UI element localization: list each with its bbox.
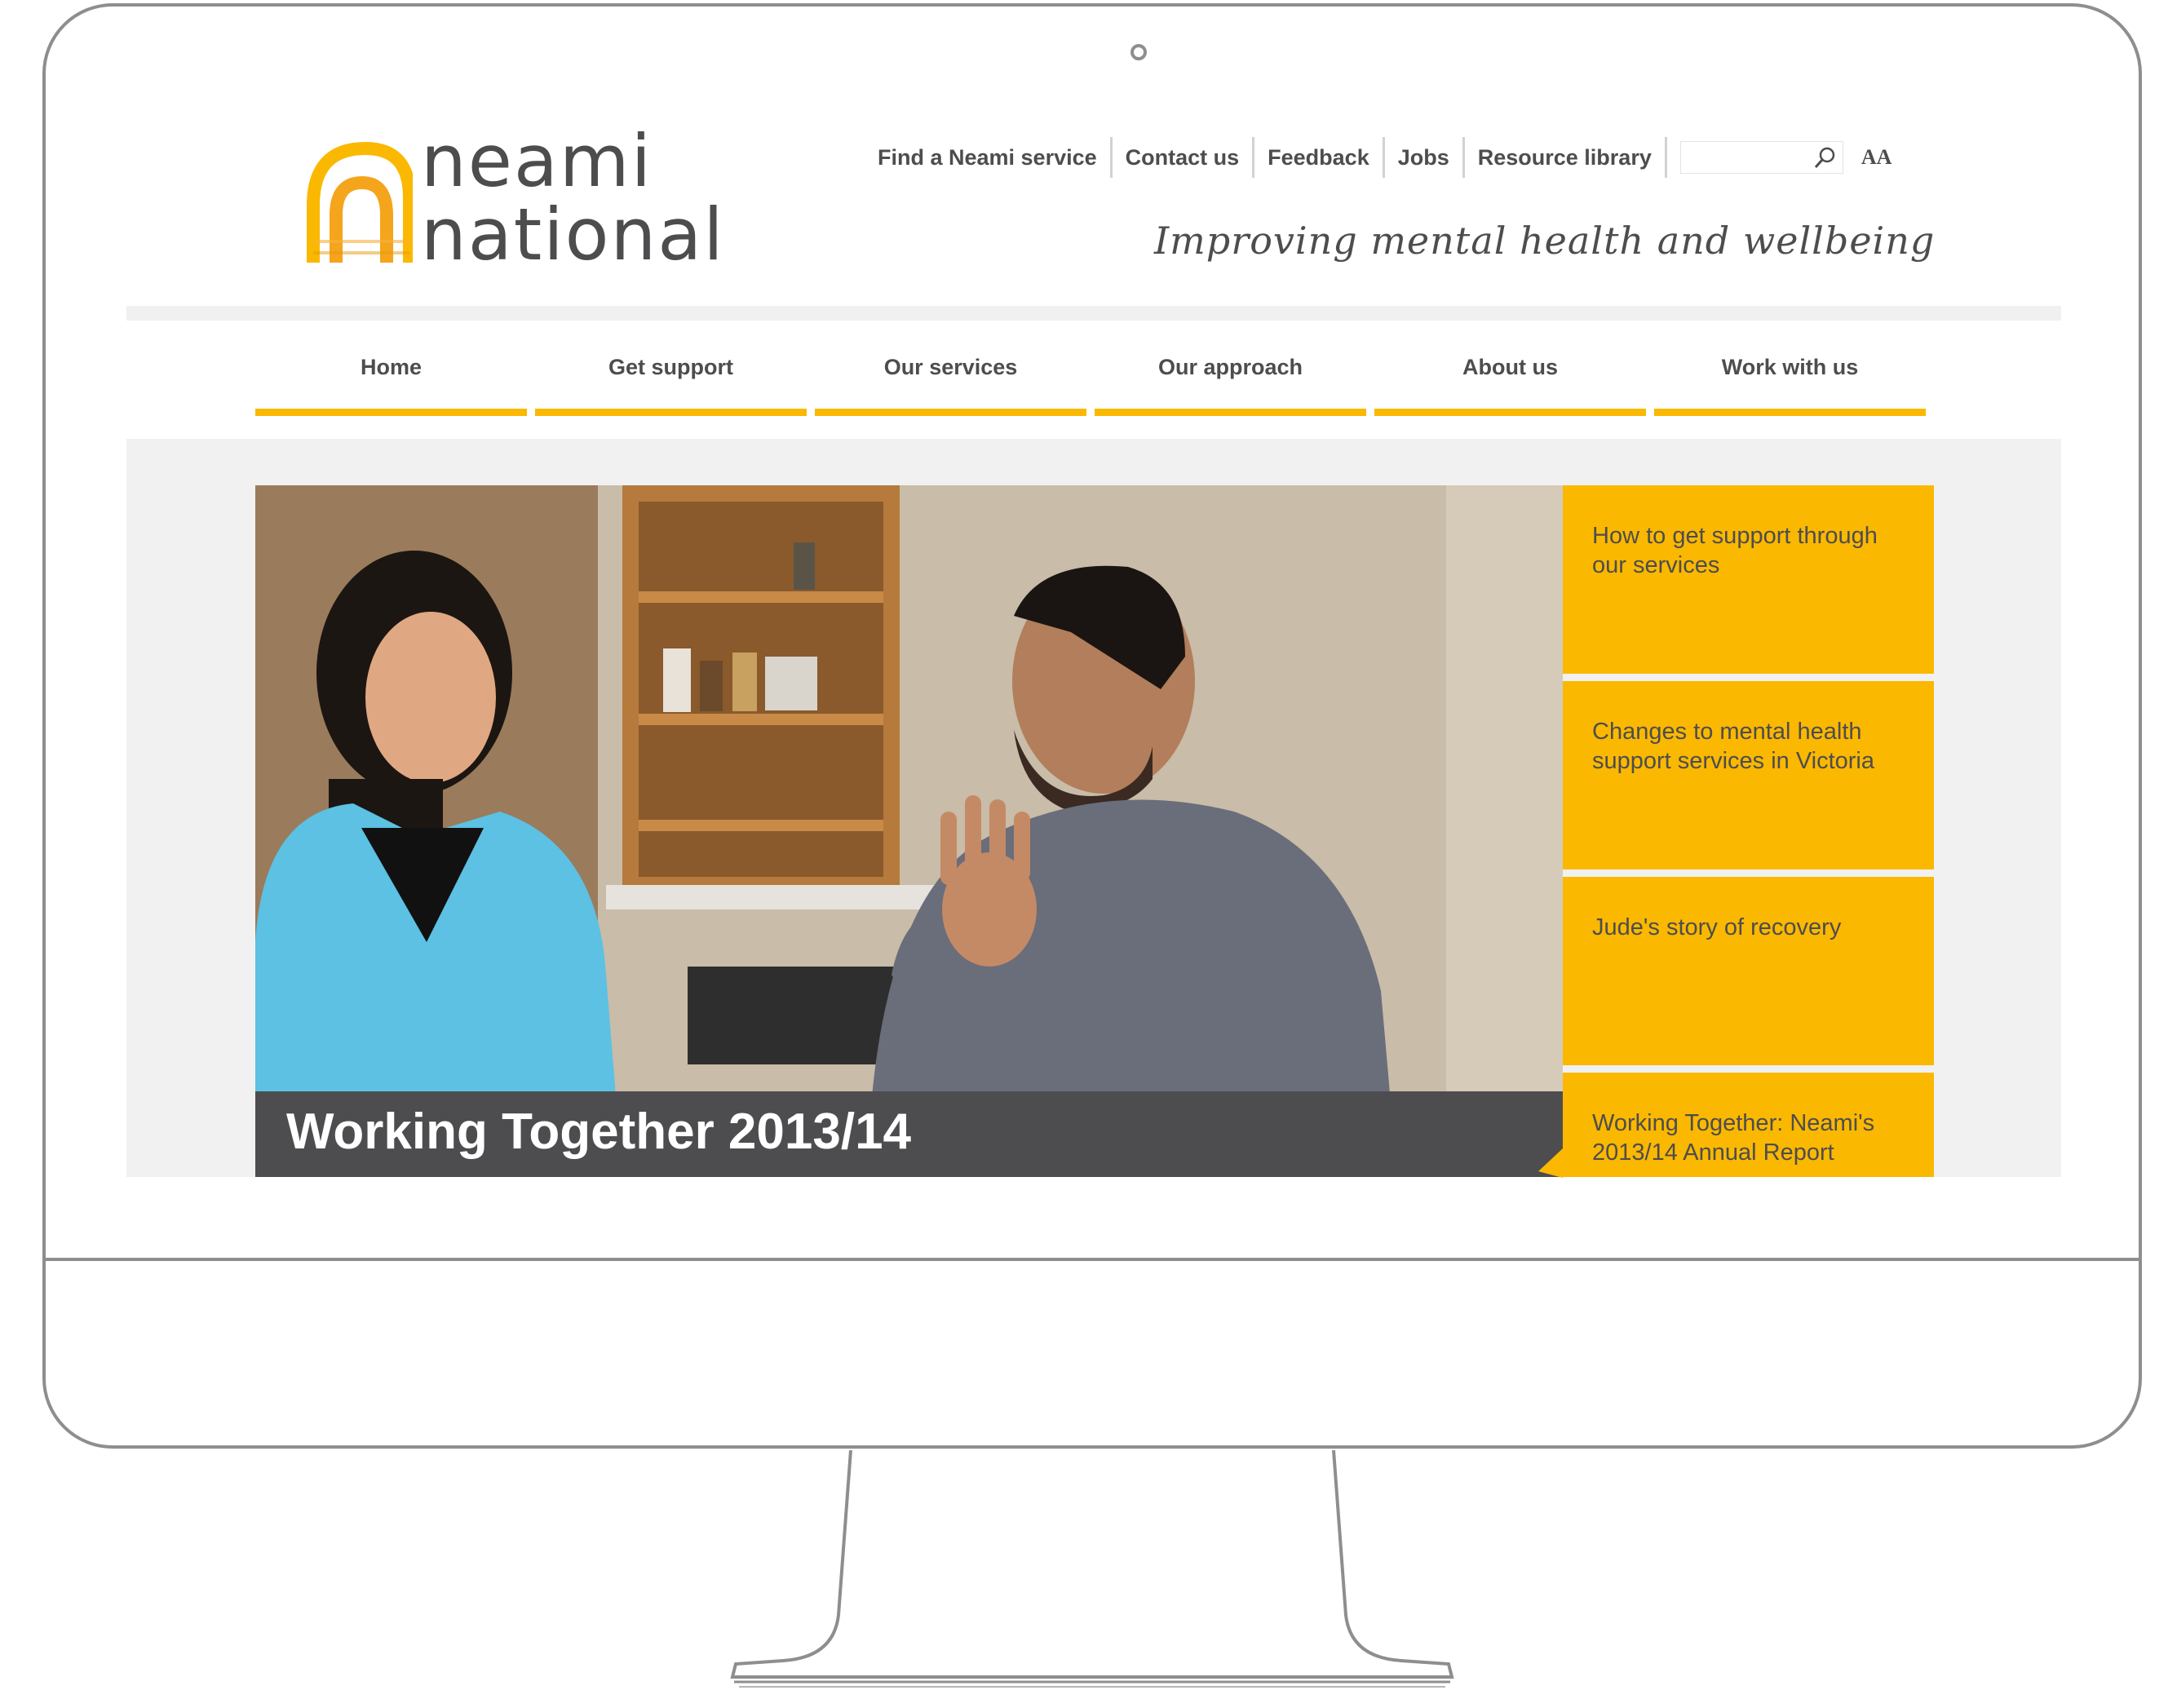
hero-caption: Working Together 2013/14 — [286, 1104, 912, 1160]
tagline: Improving mental health and wellbeing — [1154, 219, 1936, 263]
nav-about-us[interactable]: About us — [1374, 326, 1646, 416]
search-input[interactable] — [1679, 141, 1843, 174]
search-icon[interactable] — [1812, 144, 1838, 170]
nav-work-with-us[interactable]: Work with us — [1654, 326, 1926, 416]
hero-caption-bar[interactable]: Working Together 2013/14 — [255, 1091, 1563, 1177]
header-divider — [126, 306, 2061, 321]
text-size-toggle[interactable]: AA — [1861, 145, 1892, 170]
neami-logo[interactable]: neami national — [307, 126, 731, 277]
tile-judes-story[interactable]: Jude's story of recovery — [1563, 877, 1934, 1065]
tile-get-support[interactable]: How to get support through our services — [1563, 485, 1934, 674]
nav-our-services[interactable]: Our services — [815, 326, 1086, 416]
feature-tiles: How to get support through our services … — [1563, 485, 1934, 1177]
neami-arch-icon — [307, 142, 413, 263]
nav-get-support[interactable]: Get support — [535, 326, 807, 416]
caption-pointer-icon — [1538, 1148, 1563, 1178]
link-contact-us[interactable]: Contact us — [1113, 137, 1255, 178]
utility-nav: Find a Neami service Contact us Feedback… — [865, 137, 1891, 178]
nav-home[interactable]: Home — [255, 326, 527, 416]
link-jobs[interactable]: Jobs — [1385, 137, 1465, 178]
logo-word-national: national — [421, 192, 725, 277]
hero-image[interactable] — [255, 485, 1563, 1177]
link-resource-library[interactable]: Resource library — [1465, 137, 1667, 178]
link-feedback[interactable]: Feedback — [1254, 137, 1385, 178]
tile-annual-report[interactable]: Working Together: Neami's 2013/14 Annual… — [1563, 1073, 1934, 1177]
nav-our-approach[interactable]: Our approach — [1095, 326, 1366, 416]
link-find-service[interactable]: Find a Neami service — [865, 137, 1113, 178]
tile-mental-health-changes[interactable]: Changes to mental health support service… — [1563, 681, 1934, 869]
logo-word-neami: neami — [421, 119, 653, 203]
main-nav: Home Get support Our services Our approa… — [255, 326, 1926, 416]
